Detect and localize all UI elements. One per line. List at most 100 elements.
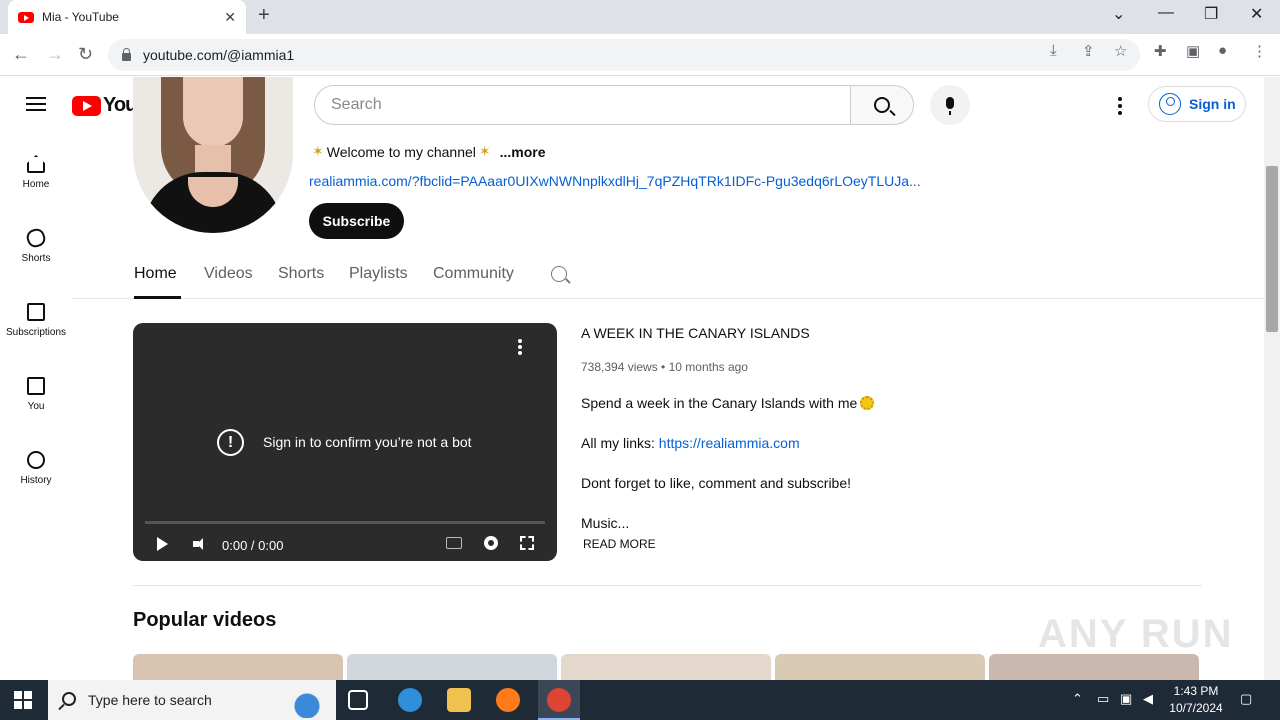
sparkle-icon: ✶ [478, 143, 491, 159]
volume-icon[interactable]: ◀ [1143, 691, 1153, 707]
chrome-menu-icon[interactable]: ⋮ [1252, 42, 1267, 60]
tab-playlists[interactable]: Playlists [349, 265, 408, 283]
side-panel-icon[interactable]: ▣ [1186, 42, 1200, 60]
url-text: youtube.com/@iammia1 [143, 47, 295, 63]
close-window-button[interactable]: ✕ [1250, 4, 1263, 24]
search-icon [62, 692, 76, 706]
tab-videos[interactable]: Videos [204, 265, 253, 283]
history-icon [27, 451, 45, 469]
video-metadata: 738,394 views • 10 months ago [581, 360, 748, 374]
taskbar-search-placeholder: Type here to search [88, 692, 212, 708]
tab-community[interactable]: Community [433, 265, 514, 283]
player-error-message: Sign in to confirm you’re not a bot [263, 434, 472, 450]
section-divider [133, 585, 1202, 586]
back-button[interactable]: ← [12, 44, 30, 65]
channel-description[interactable]: ✶ Welcome to my channel ✶ ...more [309, 143, 546, 160]
popular-videos-heading[interactable]: Popular videos [133, 609, 276, 632]
video-title[interactable]: A WEEK IN THE CANARY ISLANDS [581, 325, 810, 341]
task-view-icon[interactable] [348, 690, 368, 710]
links-url[interactable]: https://realiammia.com [659, 435, 800, 451]
channel-external-link[interactable]: realiammia.com/?fbclid=PAAaar0UIXwNWNnpl… [309, 173, 921, 189]
sidebar-item-subscriptions[interactable]: Subscriptions [0, 303, 72, 338]
notifications-icon[interactable]: ▢ [1240, 691, 1252, 707]
description-text: All my links: [581, 435, 659, 451]
windows-taskbar: Type here to search ⌃ ▭ ▣ ◀ 1:43 PM 10/7… [0, 680, 1280, 720]
sidebar-item-shorts[interactable]: Shorts [0, 226, 72, 264]
sign-in-button[interactable]: Sign in [1148, 86, 1246, 122]
sidebar-item-history[interactable]: History [0, 451, 72, 486]
voice-search-button[interactable] [930, 85, 970, 125]
player-more-icon[interactable] [518, 339, 522, 357]
captions-button[interactable] [446, 537, 462, 549]
reload-button[interactable]: ↻ [78, 44, 93, 65]
firefox-icon[interactable] [496, 688, 520, 712]
file-explorer-icon[interactable] [447, 688, 471, 712]
tab-shorts[interactable]: Shorts [278, 265, 324, 283]
extensions-icon[interactable]: ✚ [1154, 42, 1167, 60]
tab-search-dropdown-icon[interactable]: ⌄ [1112, 4, 1125, 24]
tray-chevron-icon[interactable]: ⌃ [1072, 691, 1083, 707]
subscribe-button[interactable]: Subscribe [309, 203, 404, 239]
fullscreen-button[interactable] [520, 536, 534, 550]
browser-tab[interactable]: Mia - YouTube ✕ [8, 0, 246, 34]
more-link[interactable]: ...more [500, 144, 546, 160]
restore-button[interactable]: ❐ [1204, 4, 1218, 24]
time-display: 0:00 / 0:00 [222, 538, 284, 553]
windows-start-icon[interactable] [14, 691, 32, 709]
progress-bar[interactable] [145, 521, 545, 524]
sidebar-item-home[interactable]: Home [0, 155, 72, 190]
sparkle-icon: ✶ [312, 143, 324, 159]
browser-toolbar: ← → ↻ youtube.com/@iammia1 ⤓ ⇪ ☆ ✚ ▣ ● ⋮ [0, 34, 1280, 76]
warning-icon: ! [217, 429, 244, 456]
search-button[interactable] [850, 85, 914, 125]
play-button[interactable] [157, 537, 168, 551]
sign-in-label: Sign in [1189, 96, 1236, 112]
video-thumbnail[interactable] [775, 654, 985, 680]
bookmark-star-icon[interactable]: ☆ [1114, 42, 1127, 60]
volume-icon [193, 538, 203, 550]
channel-search-icon[interactable] [551, 266, 567, 282]
video-player[interactable]: ! Sign in to confirm you’re not a bot 0:… [133, 323, 557, 561]
you-icon [27, 377, 45, 395]
forward-button[interactable]: → [46, 44, 64, 65]
video-thumbnail[interactable] [133, 654, 343, 680]
description-line-4: Music... [581, 515, 630, 531]
sidebar-item-label: You [27, 401, 45, 412]
chrome-icon[interactable] [547, 688, 571, 712]
new-tab-button[interactable]: + [258, 4, 270, 27]
edge-icon[interactable] [398, 688, 422, 712]
volume-button[interactable] [193, 538, 203, 550]
description-text: Welcome to my channel [326, 143, 476, 160]
share-icon[interactable]: ⇪ [1082, 42, 1095, 60]
menu-icon[interactable] [26, 97, 46, 111]
channel-avatar[interactable] [133, 77, 293, 233]
active-tab-indicator [134, 296, 181, 299]
browser-tab-bar: Mia - YouTube ✕ + ⌄ — ❐ ✕ [0, 0, 1280, 34]
play-icon [157, 537, 168, 551]
video-thumbnail[interactable] [989, 654, 1199, 680]
anyrun-watermark: ANY RUN [1038, 612, 1234, 656]
account-icon [1159, 93, 1181, 115]
search-highlight-globe-icon [272, 686, 328, 718]
taskbar-clock[interactable]: 1:43 PM 10/7/2024 [1164, 683, 1228, 717]
address-bar[interactable]: youtube.com/@iammia1 [108, 39, 1140, 71]
minimize-button[interactable]: — [1158, 4, 1174, 22]
usb-icon[interactable]: ▭ [1097, 691, 1109, 707]
install-icon[interactable]: ⤓ [1050, 42, 1057, 59]
tab-home[interactable]: Home [134, 265, 177, 283]
sidebar-item-you[interactable]: You [0, 377, 72, 412]
settings-more-icon[interactable] [1118, 97, 1122, 118]
video-thumbnail[interactable] [347, 654, 557, 680]
profile-icon[interactable]: ● [1218, 42, 1227, 59]
network-icon[interactable]: ▣ [1120, 691, 1132, 707]
tab-close-icon[interactable]: ✕ [224, 9, 236, 26]
sun-emoji-icon [860, 396, 875, 410]
read-more-button[interactable]: READ MORE [583, 537, 656, 551]
sidebar-item-label: Subscriptions [5, 327, 67, 338]
search-input[interactable]: Search [314, 85, 851, 125]
popular-videos-row [133, 654, 1199, 680]
lock-icon[interactable] [122, 48, 131, 61]
settings-button[interactable] [484, 536, 498, 550]
scrollbar-thumb[interactable] [1266, 166, 1278, 332]
video-thumbnail[interactable] [561, 654, 771, 680]
